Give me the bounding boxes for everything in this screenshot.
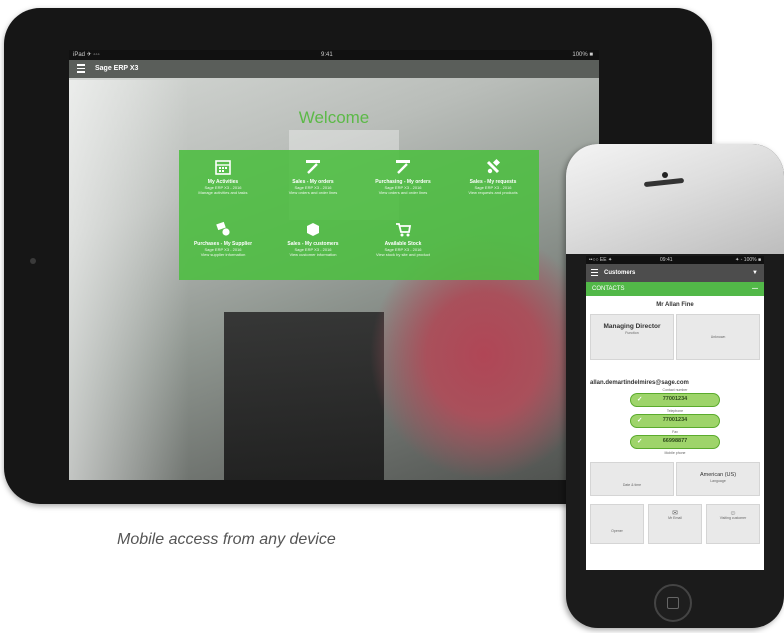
tile-sales-requests[interactable]: Sales - My requests Sage ERP X3 - 2016 V… (449, 152, 537, 212)
tile-available-stock[interactable]: Available Stock Sage ERP X3 - 2016 View … (359, 214, 447, 274)
tile-sales-orders[interactable]: Sales - My orders Sage ERP X3 - 2016 Vie… (269, 152, 357, 212)
phone-label: Contact number (662, 388, 688, 392)
tile-purchases-supplier[interactable]: Purchases - My Supplier Sage ERP X3 - 20… (179, 214, 267, 274)
phone-device: ••○○ EE ✦ 09:41 ✦ ◦ 100% ■ Customers ▼ C… (566, 144, 784, 628)
role-label: Function (625, 331, 639, 335)
hamburger-menu-icon[interactable] (77, 64, 85, 74)
handshake-icon (214, 220, 232, 238)
cart-icon (394, 220, 412, 238)
status-battery: ✦ ◦ 100% ■ (735, 257, 761, 263)
tablet-app-bar: Sage ERP X3 (69, 60, 599, 78)
section-title: CONTACTS (592, 286, 625, 292)
phone-bezel-top (566, 144, 784, 254)
front-camera (662, 172, 668, 178)
welcome-heading: Welcome (298, 108, 370, 127)
contact-name: Mr Allan Fine (656, 302, 694, 308)
action-label: Visiting customer (719, 516, 747, 520)
tile-grid: My Activities Sage ERP X3 - 2016 Manage … (179, 150, 539, 280)
phone-label: Telephone (666, 409, 684, 413)
contacts-section-header[interactable]: CONTACTS — (586, 282, 764, 296)
tablet-camera (30, 258, 36, 264)
action-visit[interactable]: ☺ Visiting customer (706, 504, 760, 544)
background-monitor (224, 312, 384, 480)
phone-app-bar: Customers ▼ (586, 264, 764, 282)
language-box[interactable]: American (US) Language (676, 462, 760, 496)
status-time: 09:41 (660, 257, 673, 263)
check-icon: ✓ (637, 396, 643, 403)
tile-description: View supplier information (200, 252, 246, 257)
chevron-down-icon[interactable]: ▼ (752, 264, 758, 282)
tile-description: View customer information (289, 252, 337, 257)
tile-sales-customers[interactable]: Sales - My customers Sage ERP X3 - 2016 … (269, 214, 357, 274)
action-label: Opener (611, 529, 623, 533)
phone-screen: ••○○ EE ✦ 09:41 ✦ ◦ 100% ■ Customers ▼ C… (586, 256, 764, 570)
tile-my-activities[interactable]: My Activities Sage ERP X3 - 2016 Manage … (179, 152, 267, 212)
tile-description: View orders and order lines (288, 190, 338, 195)
phone-number: 77001234 (662, 417, 688, 423)
background-light (69, 80, 189, 480)
tools-icon (484, 158, 502, 176)
tile-purchasing-orders[interactable]: Purchasing - My orders Sage ERP X3 - 201… (359, 152, 447, 212)
calendar-icon (214, 158, 232, 176)
mobile-label: Mobile phone (664, 451, 686, 455)
status-time: 9:41 (321, 52, 333, 58)
tile-description: View orders and order lines (378, 190, 428, 195)
tile-description: View stock by site and product (376, 252, 430, 257)
speaker-grille (643, 177, 685, 188)
tablet-screen: iPad ✈ ◦◦◦ 9:41 100% ■ Sage ERP X3 Welco… (69, 50, 599, 480)
role-title: Managing Director (603, 323, 661, 330)
role-unknown-box[interactable]: Unknown (676, 314, 760, 360)
language-label: Language (710, 479, 726, 483)
phone-label: Fax (672, 430, 678, 434)
action-label: Mr Email (668, 516, 682, 520)
role-unknown: Unknown (710, 335, 726, 339)
collapse-icon[interactable]: — (752, 282, 758, 296)
home-button[interactable] (654, 584, 692, 622)
phone-number-pill[interactable]: ✓ 66998877 (630, 435, 720, 449)
caption: Mobile access from any device (117, 531, 336, 548)
box-icon (304, 220, 322, 238)
phone-status-bar: ••○○ EE ✦ 09:41 ✦ ◦ 100% ■ (586, 256, 764, 264)
role-box[interactable]: Managing Director Function (590, 314, 674, 360)
phone-number: 66998877 (662, 438, 688, 444)
tile-description: Manage activities and tasks (198, 190, 248, 195)
phone-number-pill[interactable]: ✓ 77001234 (630, 414, 720, 428)
email-address[interactable]: allan.demartindelmires@sage.com (590, 380, 689, 386)
datetime-label: Date & time (622, 483, 642, 487)
status-carrier: iPad ✈ ◦◦◦ (73, 52, 100, 58)
action-email[interactable]: ✉ Mr Email (648, 504, 702, 544)
tile-description: View requests and products (468, 190, 518, 195)
app-title: Sage ERP X3 (95, 65, 139, 72)
tablet-status-bar: iPad ✈ ◦◦◦ 9:41 100% ■ (69, 50, 599, 60)
check-icon: ✓ (637, 417, 643, 424)
action-opener[interactable]: Opener (590, 504, 644, 544)
pen-icon (304, 158, 322, 176)
phone-number-pill[interactable]: ✓ 77001234 (630, 393, 720, 407)
hamburger-menu-icon[interactable] (591, 269, 598, 278)
status-battery: 100% ■ (572, 52, 593, 58)
datetime-box[interactable]: Date & time (590, 462, 674, 496)
language-value: American (US) (699, 472, 737, 478)
status-carrier: ••○○ EE ✦ (589, 257, 613, 263)
app-title: Customers (604, 270, 636, 276)
check-icon: ✓ (637, 438, 643, 445)
pen-icon (394, 158, 412, 176)
phone-number: 77001234 (662, 396, 688, 402)
